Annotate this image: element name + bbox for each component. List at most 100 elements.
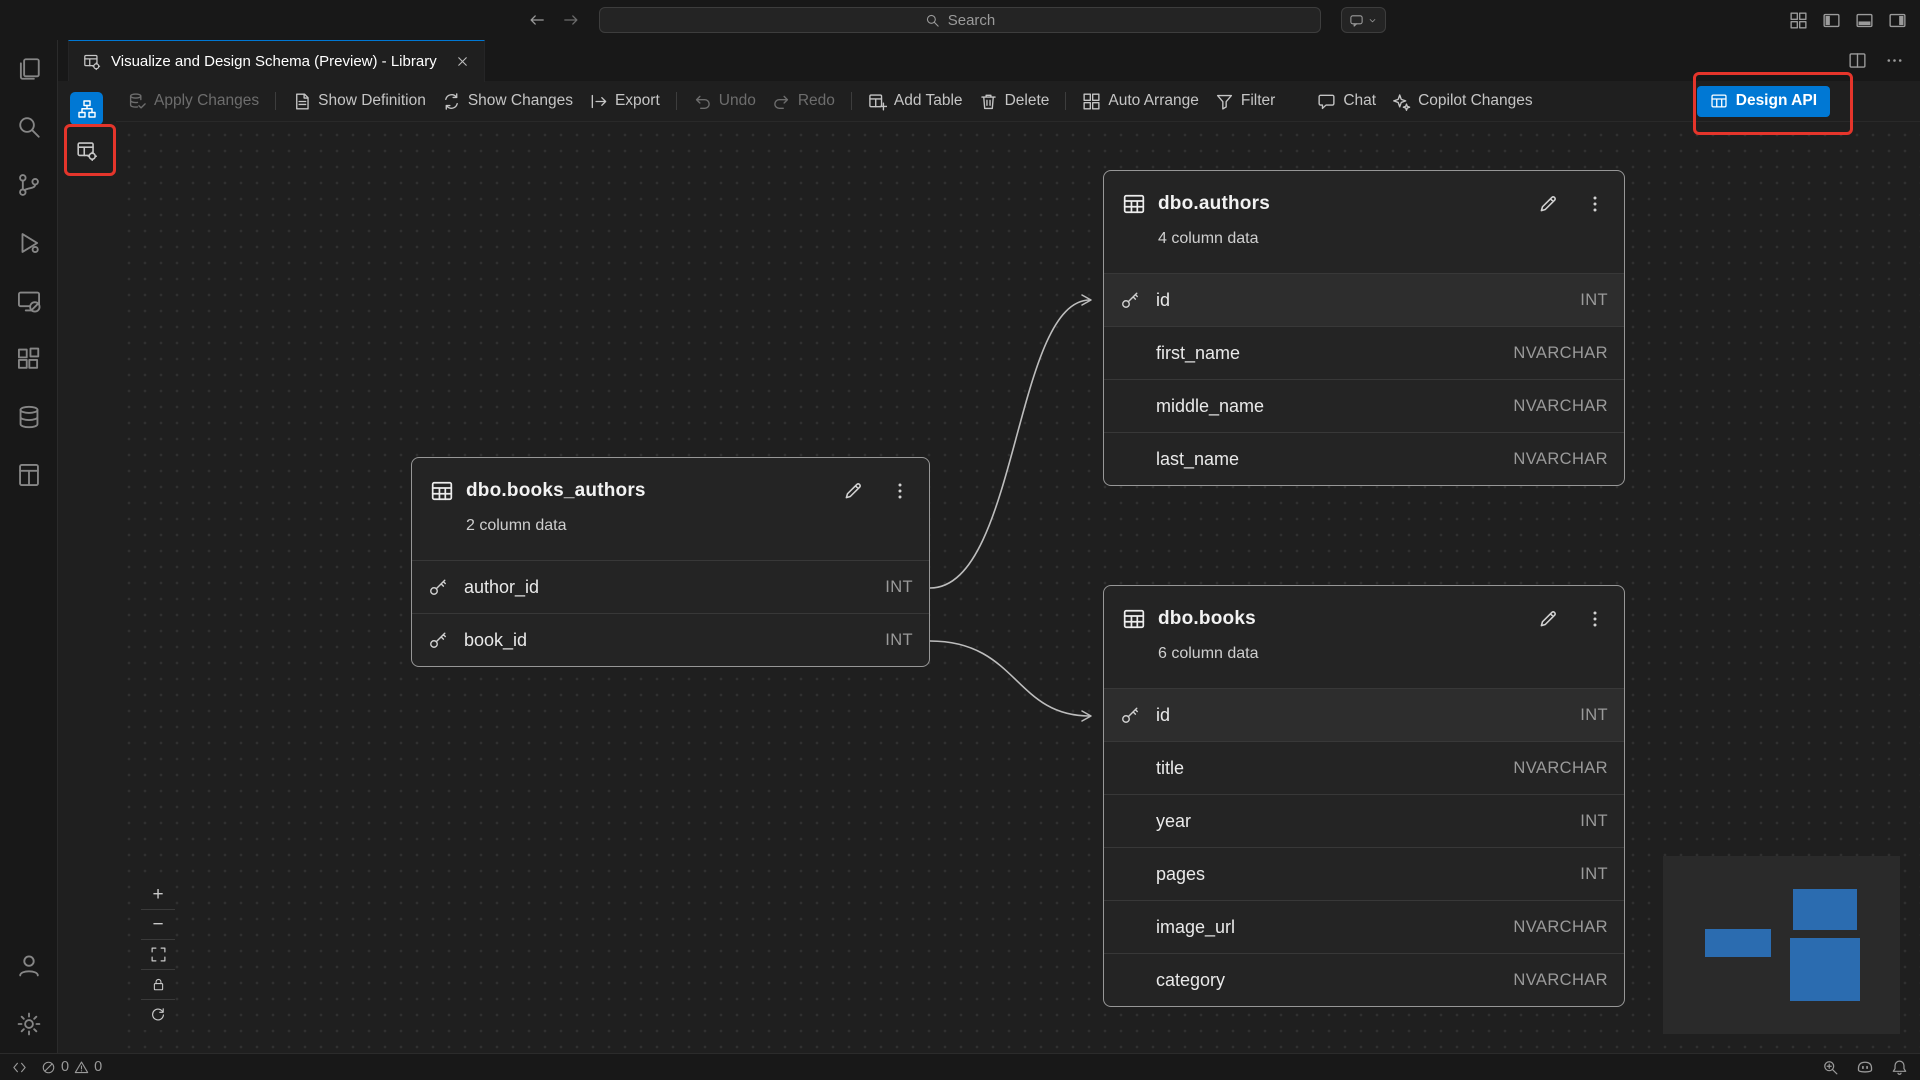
designer-rail (58, 81, 116, 1053)
bell-icon[interactable] (1891, 1059, 1908, 1076)
button-label: Chat (1343, 92, 1376, 110)
button-label: Filter (1241, 92, 1275, 110)
sidebar-item-settings[interactable] (0, 995, 57, 1053)
chat-dropdown-button[interactable] (1341, 7, 1386, 33)
status-bar-right (1822, 1058, 1908, 1076)
export-arrow-icon (589, 92, 608, 111)
apply-changes-button[interactable]: Apply Changes (128, 92, 259, 111)
undo-button[interactable]: Undo (693, 92, 756, 111)
reset-icon (150, 1007, 166, 1023)
sidebar-item-source-control[interactable] (0, 156, 57, 214)
column-name: id (1156, 290, 1580, 311)
layout-grid-icon[interactable] (1789, 11, 1808, 30)
edit-table-button[interactable] (835, 480, 871, 502)
copilot-icon[interactable] (1856, 1058, 1874, 1076)
zoom-in-button[interactable]: + (141, 880, 175, 910)
forward-button[interactable] (562, 11, 580, 29)
more-actions-icon[interactable] (1885, 51, 1904, 70)
tab-visualize-design-schema[interactable]: Visualize and Design Schema (Preview) - … (68, 40, 485, 82)
export-button[interactable]: Export (589, 92, 660, 111)
column-type: INT (1580, 291, 1608, 310)
search-input[interactable]: Search (599, 7, 1321, 33)
button-label: Apply Changes (154, 92, 259, 110)
column-row[interactable]: author_id INT (412, 560, 929, 613)
sidebar-item-explorer[interactable] (0, 40, 57, 98)
chat-button[interactable]: Chat (1317, 92, 1376, 111)
schema-visualize-button[interactable] (70, 92, 103, 125)
table-menu-button[interactable] (883, 481, 917, 501)
add-table-button[interactable]: Add Table (868, 92, 963, 111)
column-name: book_id (464, 630, 885, 651)
lock-button[interactable] (141, 970, 175, 1000)
table-menu-button[interactable] (1578, 609, 1612, 629)
toolbar-separator (275, 92, 276, 110)
sidebar-item-extensions[interactable] (0, 330, 57, 388)
sidebar-item-schema-designer[interactable] (0, 446, 57, 504)
auto-arrange-button[interactable]: Auto Arrange (1082, 92, 1198, 111)
sidebar-item-database[interactable] (0, 388, 57, 446)
fit-view-button[interactable] (141, 940, 175, 970)
zoom-in-icon[interactable] (1822, 1059, 1839, 1076)
column-row[interactable]: image_url NVARCHAR (1104, 900, 1624, 953)
warning-icon (74, 1060, 89, 1075)
column-row[interactable]: title NVARCHAR (1104, 741, 1624, 794)
column-type: INT (1580, 706, 1608, 725)
column-row[interactable]: middle_name NVARCHAR (1104, 379, 1624, 432)
column-name: id (1156, 705, 1580, 726)
table-definitions-button[interactable] (70, 134, 103, 167)
table-node-header: dbo.authors 4 column data (1104, 171, 1624, 273)
edit-table-button[interactable] (1530, 193, 1566, 215)
edit-table-button[interactable] (1530, 608, 1566, 630)
button-label: Design API (1736, 92, 1817, 110)
show-changes-button[interactable]: Show Changes (442, 92, 573, 111)
copilot-changes-button[interactable]: Copilot Changes (1392, 92, 1533, 111)
column-row[interactable]: id INT (1104, 273, 1624, 326)
panel-right-icon[interactable] (1888, 11, 1907, 30)
column-row[interactable]: pages INT (1104, 847, 1624, 900)
split-editor-icon[interactable] (1848, 51, 1867, 70)
column-row[interactable]: year INT (1104, 794, 1624, 847)
sparkle-icon (1392, 92, 1411, 111)
show-definition-button[interactable]: Show Definition (292, 92, 426, 111)
filter-button[interactable]: Filter (1215, 92, 1275, 111)
back-button[interactable] (528, 11, 546, 29)
problems-indicator[interactable]: 0 0 (41, 1059, 102, 1075)
schema-canvas[interactable]: dbo.books_authors 2 column data author_i… (116, 122, 1920, 1053)
column-type: NVARCHAR (1513, 450, 1608, 469)
column-name: pages (1156, 864, 1580, 885)
sidebar-item-remote-explorer[interactable] (0, 272, 57, 330)
pencil-icon (842, 480, 864, 502)
table-node-dbo-authors[interactable]: dbo.authors 4 column data id INT (1103, 170, 1625, 486)
pencil-icon (1537, 193, 1559, 215)
panel-left-icon[interactable] (1822, 11, 1841, 30)
column-row[interactable]: id INT (1104, 688, 1624, 741)
sidebar-item-search[interactable] (0, 98, 57, 156)
table-node-dbo-books-authors[interactable]: dbo.books_authors 2 column data author_i… (411, 457, 930, 667)
minimap[interactable] (1663, 856, 1900, 1034)
column-row[interactable]: last_name NVARCHAR (1104, 432, 1624, 485)
panel-bottom-icon[interactable] (1855, 11, 1874, 30)
sidebar-item-account[interactable] (0, 937, 57, 995)
column-row[interactable]: category NVARCHAR (1104, 953, 1624, 1006)
column-type: NVARCHAR (1513, 397, 1608, 416)
redo-button[interactable]: Redo (772, 92, 835, 111)
remote-indicator[interactable] (12, 1060, 27, 1075)
column-type: NVARCHAR (1513, 344, 1608, 363)
column-row[interactable]: book_id INT (412, 613, 929, 666)
fk-edge-author[interactable] (930, 300, 1090, 588)
delete-button[interactable]: Delete (979, 92, 1050, 111)
design-api-button[interactable]: Design API (1697, 86, 1830, 117)
table-node-dbo-books[interactable]: dbo.books 6 column data id INT (1103, 585, 1625, 1007)
toolbar-separator (676, 92, 677, 110)
column-row[interactable]: first_name NVARCHAR (1104, 326, 1624, 379)
table-menu-button[interactable] (1578, 194, 1612, 214)
source-control-icon (16, 172, 42, 198)
search-icon (925, 13, 940, 28)
column-type: INT (885, 578, 913, 597)
zoom-out-button[interactable]: − (141, 910, 175, 940)
sidebar-item-run-debug[interactable] (0, 214, 57, 272)
schema-designer-icon (16, 462, 42, 488)
reset-view-button[interactable] (141, 1000, 175, 1030)
fk-edge-book[interactable] (930, 641, 1090, 716)
close-icon[interactable] (455, 54, 470, 69)
